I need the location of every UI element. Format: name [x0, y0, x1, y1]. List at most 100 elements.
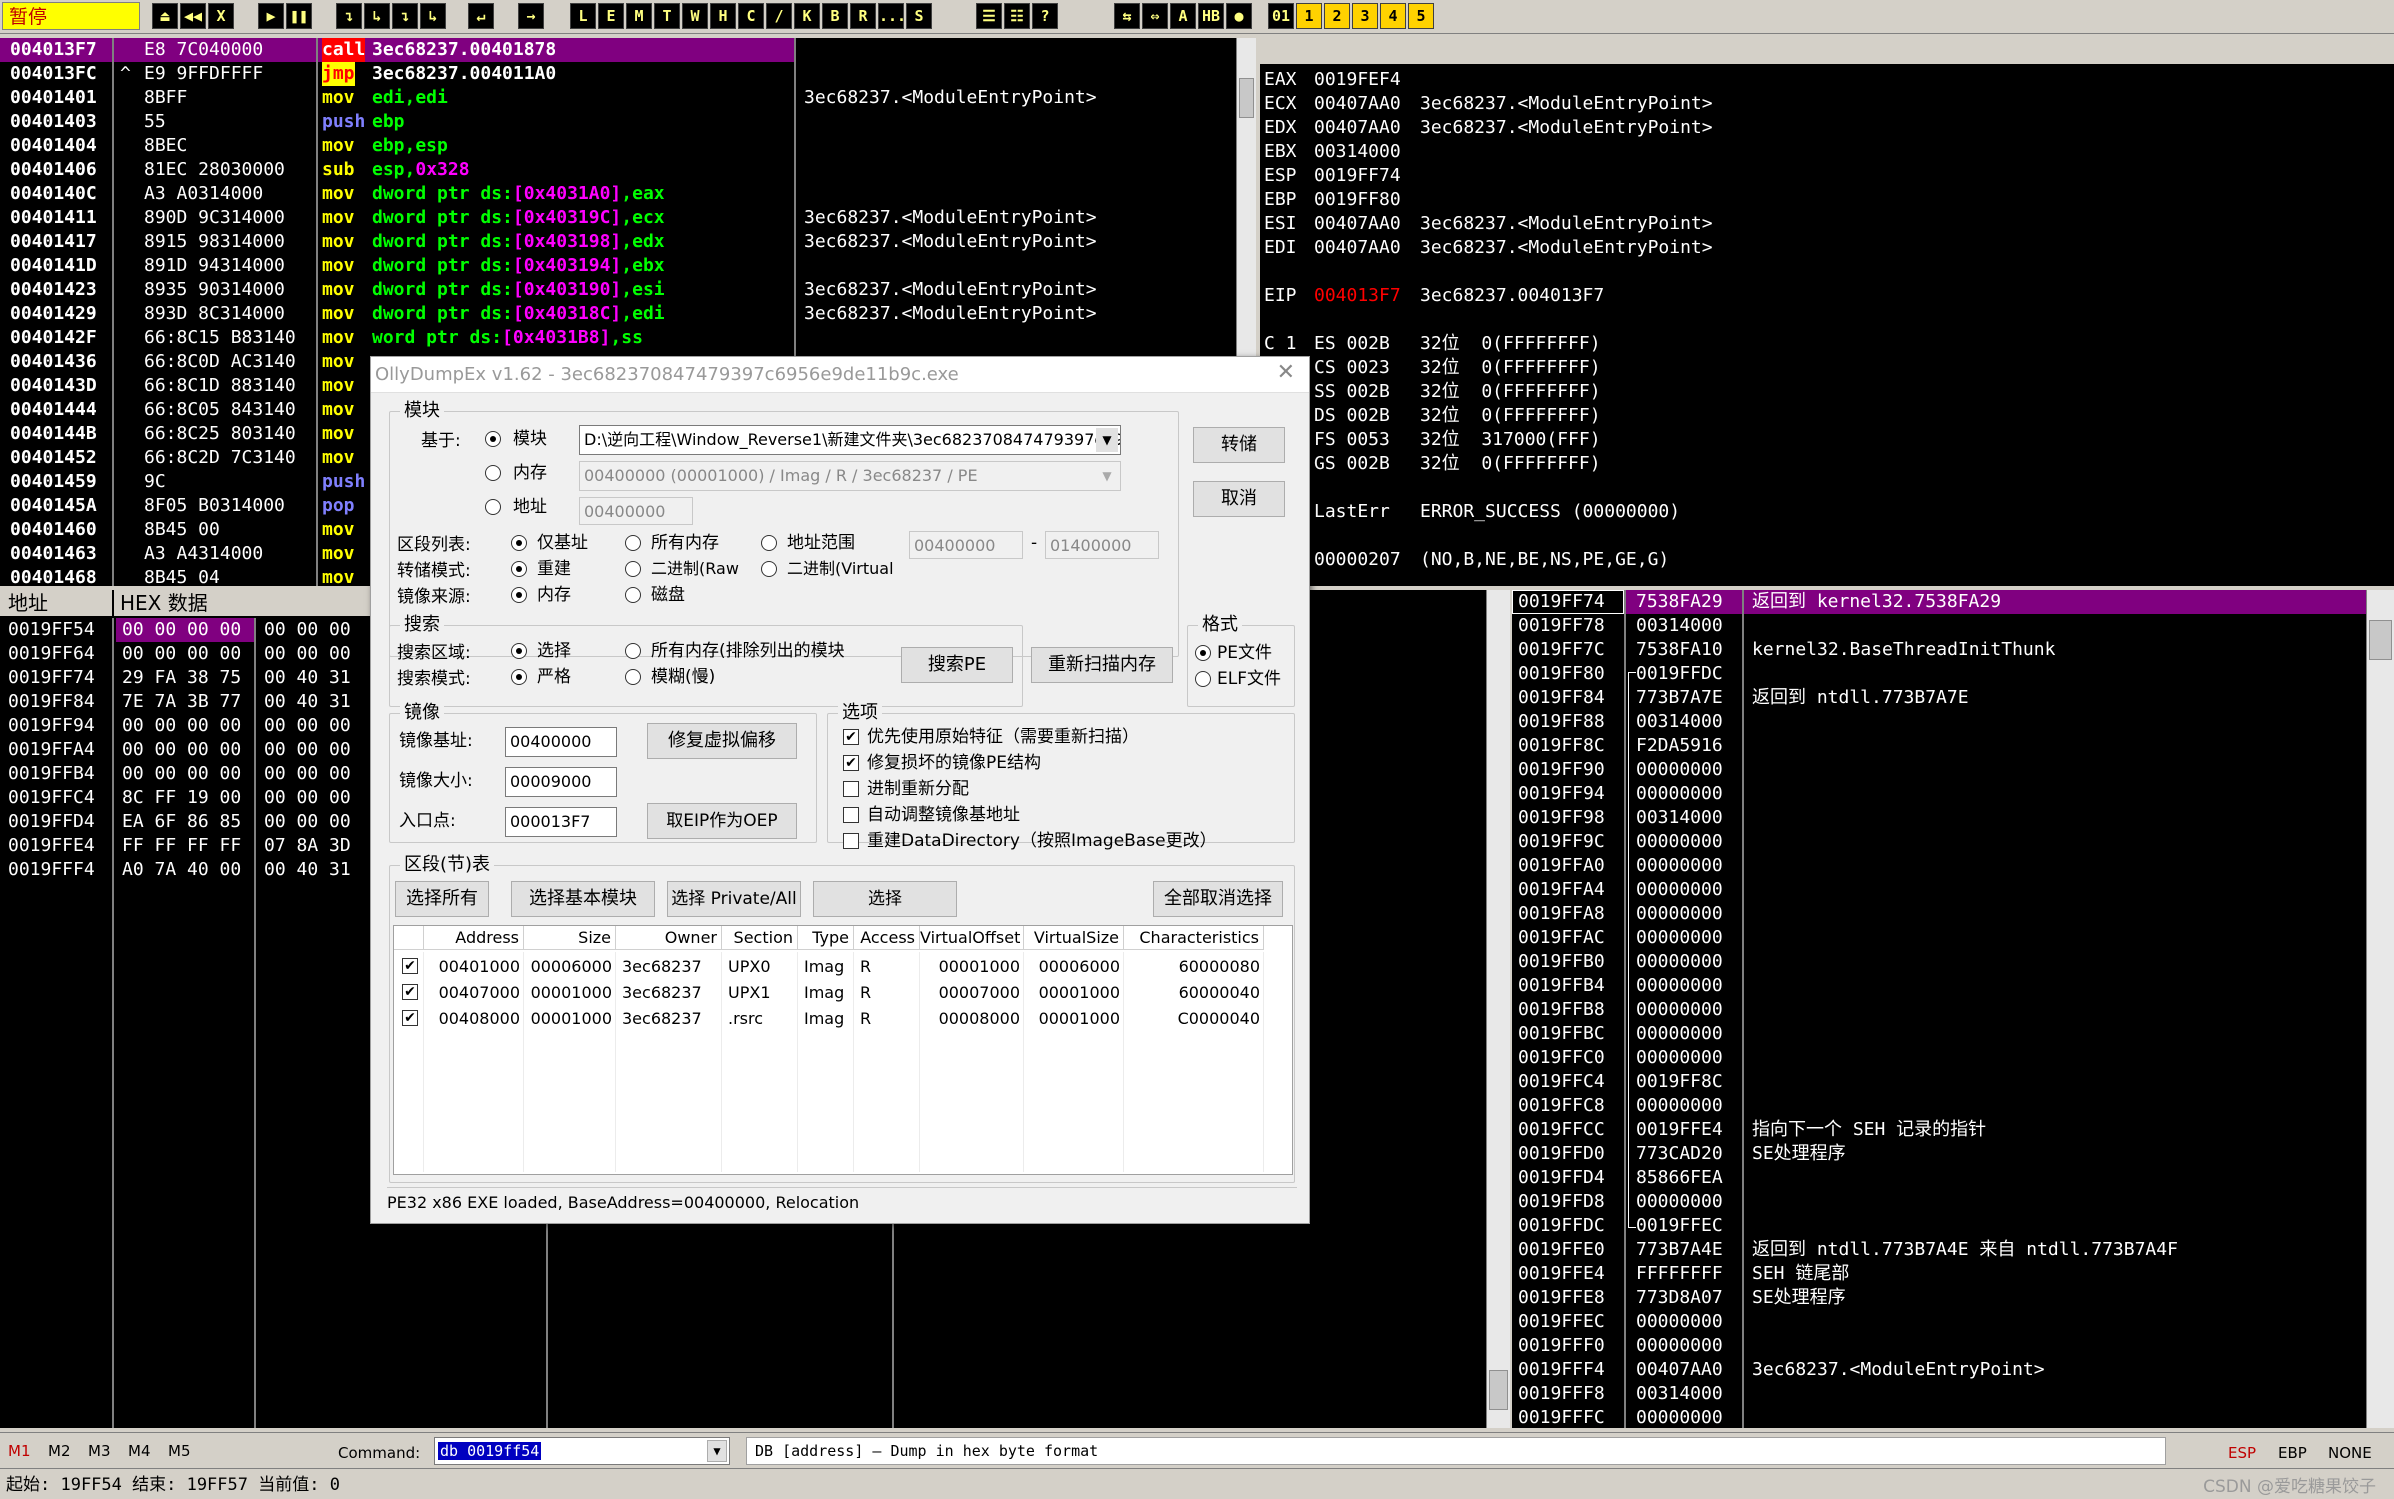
stack-row[interactable]: 0019FFE4 FFFFFFFF SEH 链尾部: [1512, 1262, 2366, 1286]
section-checkbox[interactable]: ✔: [402, 1010, 418, 1026]
stack-row[interactable]: 0019FFB0 00000000: [1512, 950, 2366, 974]
toolbar-button[interactable]: ?: [1032, 3, 1058, 29]
toolbar-button[interactable]: ...: [878, 3, 906, 29]
toolbar-button[interactable]: 2: [1324, 3, 1350, 29]
toolbar-button[interactable]: R: [850, 3, 876, 29]
radio-source-disk[interactable]: [625, 587, 641, 603]
follow-register-button[interactable]: ESP: [2228, 1441, 2256, 1465]
stack-row[interactable]: 0019FFF4 00407AA0 3ec68237.<ModuleEntryPoi…: [1512, 1358, 2366, 1382]
disasm-row[interactable]: 00401403 55 push ebp: [0, 110, 1236, 134]
dump-button[interactable]: 转储: [1193, 427, 1285, 463]
disasm-row[interactable]: 00401411 890D 9C314000 mov dword ptr ds:[0x…: [0, 206, 1236, 230]
stack-row[interactable]: 0019FFEC 00000000: [1512, 1310, 2366, 1334]
table-column-header[interactable]: [394, 926, 424, 950]
table-column-header[interactable]: Address: [424, 926, 524, 950]
toolbar-button[interactable]: 01: [1268, 3, 1294, 29]
section-checkbox[interactable]: ✔: [402, 984, 418, 1000]
toolbar-button[interactable]: ●: [1226, 3, 1252, 29]
stack-row[interactable]: 0019FF94 00000000: [1512, 782, 2366, 806]
register-row[interactable]: EIP 004013F7 3ec68237.004013F7: [1260, 284, 2394, 308]
section-checkbox[interactable]: ✔: [402, 958, 418, 974]
option-checkbox[interactable]: [843, 807, 859, 823]
toolbar-button[interactable]: T: [654, 3, 680, 29]
image-base-input[interactable]: 00400000: [505, 727, 617, 757]
toolbar-button[interactable]: ↴: [392, 3, 418, 29]
search-pe-button[interactable]: 搜索PE: [901, 647, 1013, 683]
toolbar-button[interactable]: W: [682, 3, 708, 29]
register-row[interactable]: Z 1DS 002B32位 0(FFFFFFFF): [1260, 404, 2394, 428]
toolbar-button[interactable]: 1: [1296, 3, 1322, 29]
register-row[interactable]: EFL00000207(NO,B,NE,BE,NS,PE,GE,G): [1260, 548, 2394, 572]
toolbar-button[interactable]: X: [208, 3, 234, 29]
toolbar-button[interactable]: ⏏: [152, 3, 178, 29]
table-row[interactable]: ✔ 00408000 00001000 3ec68237 .rsrc Imag R 00008…: [394, 1006, 1292, 1032]
register-row[interactable]: ESI 00407AA0 3ec68237.<ModuleEntryPoint>: [1260, 212, 2394, 236]
select-base-module-button[interactable]: 选择基本模块: [511, 881, 655, 917]
disasm-row[interactable]: 00401429 893D 8C314000 mov dword ptr ds:[0x…: [0, 302, 1236, 326]
follow-register-button[interactable]: EBP: [2278, 1441, 2307, 1465]
stack-row[interactable]: 0019FF84 773B7A7E 返回到 ntdll.773B7A7E: [1512, 686, 2366, 710]
disasm-row[interactable]: 004013FC ^ E9 9FFDFFFF jmp 3ec68237.004011A0: [0, 62, 1236, 86]
stack-row[interactable]: 0019FFD8 00000000: [1512, 1190, 2366, 1214]
register-row[interactable]: EBX 00314000: [1260, 140, 2394, 164]
select-private-all-button[interactable]: 选择 Private/All: [667, 881, 801, 917]
register-row[interactable]: [1260, 572, 2394, 586]
register-row[interactable]: EAX 0019FEF4: [1260, 68, 2394, 92]
module-path-select[interactable]: D:\逆向工程\Window_Reverse1\新建文件夹\3ec6823708…: [579, 425, 1121, 455]
table-column-header[interactable]: Access: [854, 926, 920, 950]
cancel-button[interactable]: 取消: [1193, 481, 1285, 517]
command-input[interactable]: db 0019ff54 ▼: [434, 1437, 730, 1465]
table-column-header[interactable]: Section: [722, 926, 798, 950]
toolbar-button[interactable]: L: [570, 3, 596, 29]
disasm-row[interactable]: 0040140C A3 A0314000 mov dword ptr ds:[0x40…: [0, 182, 1236, 206]
stack-row[interactable]: 0019FF90 00000000: [1512, 758, 2366, 782]
register-row[interactable]: [1260, 308, 2394, 332]
toolbar-button[interactable]: ▶: [258, 3, 284, 29]
stack-row[interactable]: 0019FFBC 00000000: [1512, 1022, 2366, 1046]
radio-memory[interactable]: [485, 465, 501, 481]
stack-row[interactable]: 0019FF7C 7538FA10 kernel32.BaseThreadInitT…: [1512, 638, 2366, 662]
toolbar-button[interactable]: ◀◀: [180, 3, 206, 29]
radio-address-range[interactable]: [761, 535, 777, 551]
toolbar-button[interactable]: M: [626, 3, 652, 29]
radio-address[interactable]: [485, 499, 501, 515]
register-row[interactable]: [1260, 524, 2394, 548]
register-row[interactable]: C 1 ES 002B 32位 0(FFFFFFFF): [1260, 332, 2394, 356]
stack-row[interactable]: 0019FFA8 00000000: [1512, 902, 2366, 926]
toolbar-button[interactable]: K: [794, 3, 820, 29]
toolbar-button[interactable]: →: [518, 3, 544, 29]
disasm-row[interactable]: 0040142F 66:8C15 B83140 mov word ptr ds:[0x…: [0, 326, 1236, 350]
memory-tab[interactable]: M1: [8, 1439, 31, 1463]
table-column-header[interactable]: VirtualSize: [1024, 926, 1124, 950]
section-table[interactable]: Address Size Owner Section Type Access Virtual…: [393, 925, 1293, 1175]
toolbar-button[interactable]: 5: [1408, 3, 1434, 29]
stack-row[interactable]: 0019FF74 7538FA29 返回到 kernel32.7538FA29: [1512, 590, 2366, 614]
radio-elf-file[interactable]: [1195, 671, 1211, 687]
disasm-row[interactable]: 00401404 8BEC mov ebp,esp: [0, 134, 1236, 158]
disasm-row[interactable]: 00401423 8935 90314000 mov dword ptr ds:[0x…: [0, 278, 1236, 302]
table-column-header[interactable]: VirtualOffset: [920, 926, 1024, 950]
image-size-input[interactable]: 00009000: [505, 767, 617, 797]
deselect-all-button[interactable]: 全部取消选择: [1153, 881, 1283, 917]
stack-row[interactable]: 0019FFF8 00314000: [1512, 1382, 2366, 1406]
dump-scrollbar[interactable]: [1486, 590, 1510, 1428]
disasm-row[interactable]: 0040141D 891D 94314000 mov dword ptr ds:[0x…: [0, 254, 1236, 278]
stack-row[interactable]: 0019FFAC 00000000: [1512, 926, 2366, 950]
stack-row[interactable]: 0019FFB8 00000000: [1512, 998, 2366, 1022]
radio-search-selection[interactable]: [511, 643, 527, 659]
memory-tab[interactable]: M5: [168, 1439, 191, 1463]
register-row[interactable]: ESP 0019FF74: [1260, 164, 2394, 188]
register-row[interactable]: T 0GS 002B32位 0(FFFFFFFF): [1260, 452, 2394, 476]
toolbar-button[interactable]: C: [738, 3, 764, 29]
disasm-row[interactable]: 004013F7 E8 7C040000 call 3ec68237.00401878: [0, 38, 1236, 62]
toolbar-button[interactable]: A: [1170, 3, 1196, 29]
chevron-down-icon[interactable]: ▼: [707, 1440, 727, 1462]
toolbar-button[interactable]: HB: [1198, 3, 1224, 29]
toolbar-button[interactable]: ⇆: [1114, 3, 1140, 29]
radio-search-all-memory[interactable]: [625, 643, 641, 659]
stack-row[interactable]: 0019FF98 00314000: [1512, 806, 2366, 830]
follow-register-button[interactable]: NONE: [2328, 1441, 2372, 1465]
table-column-header[interactable]: Type: [798, 926, 854, 950]
table-column-header[interactable]: Characteristics: [1124, 926, 1264, 950]
radio-rebuild[interactable]: [511, 561, 527, 577]
